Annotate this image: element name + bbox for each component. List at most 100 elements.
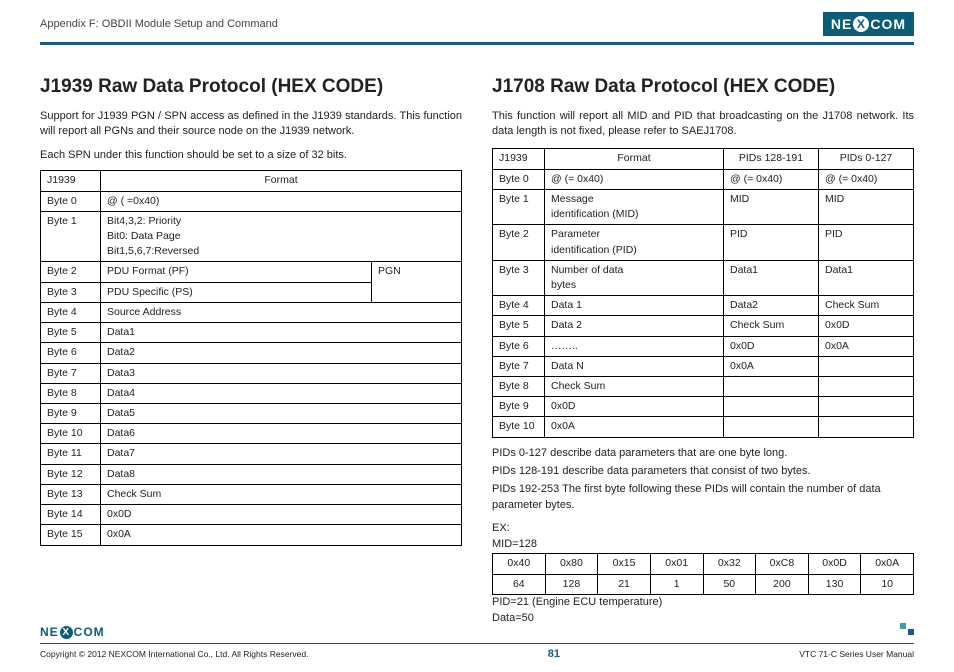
ex-cell: 128 bbox=[545, 574, 598, 594]
cell: Byte 11 bbox=[41, 444, 101, 464]
cell: Data N bbox=[545, 356, 724, 376]
cell: Data7 bbox=[101, 444, 462, 464]
brand-left: NE bbox=[831, 16, 852, 32]
cell: Byte 4 bbox=[41, 302, 101, 322]
cell: Byte 9 bbox=[41, 403, 101, 423]
cell: Byte 2 bbox=[41, 262, 101, 282]
cell-line: Parameter bbox=[551, 227, 717, 242]
cell: Data5 bbox=[101, 403, 462, 423]
footer-decoration-icon bbox=[900, 623, 914, 629]
ex-cell: 0x01 bbox=[650, 554, 703, 574]
cell: Check Sum bbox=[819, 296, 914, 316]
cell: 0x0A bbox=[545, 417, 724, 437]
cell: Byte 2 bbox=[493, 225, 545, 260]
pid-notes: PIDs 0-127 describe data parameters that… bbox=[492, 446, 914, 514]
cell-line: identification (PID) bbox=[551, 243, 717, 258]
cell: Byte 1 bbox=[493, 189, 545, 224]
page-number: 81 bbox=[548, 648, 560, 660]
cell: Byte 12 bbox=[41, 464, 101, 484]
cell: 0x0A bbox=[724, 356, 819, 376]
ex-cell: 0x15 bbox=[598, 554, 651, 574]
cell: MID bbox=[724, 189, 819, 224]
cell: Data1 bbox=[101, 323, 462, 343]
j1939-title: J1939 Raw Data Protocol (HEX CODE) bbox=[40, 73, 462, 101]
cell: Byte 15 bbox=[41, 525, 101, 545]
cell: Byte 10 bbox=[41, 424, 101, 444]
footer-logo: NEXCOM bbox=[40, 625, 105, 639]
pid-label: PID=21 (Engine ECU temperature) bbox=[492, 595, 914, 611]
cell: 0x0D bbox=[724, 336, 819, 356]
cell bbox=[819, 417, 914, 437]
brand-x-icon: X bbox=[853, 16, 869, 32]
cell: Byte 1 bbox=[41, 211, 101, 262]
hdr: PIDs 0-127 bbox=[819, 149, 914, 169]
j1708-table: J1939 Format PIDs 128-191 PIDs 0-127 Byt… bbox=[492, 148, 914, 437]
cell: Byte 7 bbox=[41, 363, 101, 383]
j1939-note: Each SPN under this function should be s… bbox=[40, 148, 462, 164]
ex-cell: 0x0D bbox=[808, 554, 861, 574]
cell: Byte 8 bbox=[493, 377, 545, 397]
cell: Number of databytes bbox=[545, 260, 724, 295]
cell: Data2 bbox=[724, 296, 819, 316]
j1939-table: J1939 Format Byte 0@ ( =0x40) Byte 1 Bit… bbox=[40, 170, 462, 545]
cell: Byte 3 bbox=[493, 260, 545, 295]
j1708-title: J1708 Raw Data Protocol (HEX CODE) bbox=[492, 73, 914, 101]
cell: Byte 9 bbox=[493, 397, 545, 417]
cell-line: bytes bbox=[551, 278, 717, 293]
right-column: J1708 Raw Data Protocol (HEX CODE) This … bbox=[492, 73, 914, 627]
ex-cell: 0x40 bbox=[493, 554, 546, 574]
cell: Check Sum bbox=[724, 316, 819, 336]
manual-name: VTC 71-C Series User Manual bbox=[799, 649, 914, 659]
ex-cell: 10 bbox=[861, 574, 914, 594]
cell: PGN bbox=[372, 262, 462, 302]
copyright-text: Copyright © 2012 NEXCOM International Co… bbox=[40, 649, 308, 659]
j1939-hdr-c1: J1939 bbox=[41, 171, 101, 191]
cell-line: Bit0: Data Page bbox=[107, 229, 455, 244]
cell: Data1 bbox=[724, 260, 819, 295]
cell: Byte 14 bbox=[41, 505, 101, 525]
cell-line: identification (MID) bbox=[551, 207, 717, 222]
cell: Data1 bbox=[819, 260, 914, 295]
cell: Data4 bbox=[101, 383, 462, 403]
ex-cell: 1 bbox=[650, 574, 703, 594]
cell: Parameteridentification (PID) bbox=[545, 225, 724, 260]
cell: 0x0A bbox=[819, 336, 914, 356]
pid-note-3: PIDs 192-253 The first byte following th… bbox=[492, 482, 914, 514]
cell-line: Message bbox=[551, 192, 717, 207]
pid-note-2: PIDs 128-191 describe data parameters th… bbox=[492, 464, 914, 480]
cell: PDU Specific (PS) bbox=[101, 282, 372, 302]
cell: Byte 0 bbox=[493, 169, 545, 189]
ex-cell: 64 bbox=[493, 574, 546, 594]
cell: Check Sum bbox=[545, 377, 724, 397]
mid-label: MID=128 bbox=[492, 537, 914, 553]
cell: PID bbox=[724, 225, 819, 260]
cell: Byte 5 bbox=[493, 316, 545, 336]
j1708-intro: This function will report all MID and PI… bbox=[492, 109, 914, 141]
cell: Bit4,3,2: Priority Bit0: Data Page Bit1,… bbox=[101, 211, 462, 262]
brand-right: COM bbox=[74, 625, 105, 639]
cell: Data 1 bbox=[545, 296, 724, 316]
ex-table: 0x40 0x80 0x15 0x01 0x32 0xC8 0x0D 0x0A … bbox=[492, 553, 914, 594]
hdr: Format bbox=[545, 149, 724, 169]
ex-cell: 50 bbox=[703, 574, 756, 594]
cell: Check Sum bbox=[101, 484, 462, 504]
cell: @ ( =0x40) bbox=[101, 191, 462, 211]
cell: @ (= 0x40) bbox=[819, 169, 914, 189]
cell: …….. bbox=[545, 336, 724, 356]
cell bbox=[724, 397, 819, 417]
cell: Byte 0 bbox=[41, 191, 101, 211]
brand-logo: NE X COM bbox=[823, 12, 914, 36]
cell bbox=[819, 377, 914, 397]
left-column: J1939 Raw Data Protocol (HEX CODE) Suppo… bbox=[40, 73, 462, 627]
j1939-hdr-c2: Format bbox=[101, 171, 462, 191]
cell: Source Address bbox=[101, 302, 462, 322]
cell bbox=[724, 417, 819, 437]
cell: PID bbox=[819, 225, 914, 260]
brand-left: NE bbox=[40, 625, 59, 639]
cell: PDU Format (PF) bbox=[101, 262, 372, 282]
cell: MID bbox=[819, 189, 914, 224]
hdr: PIDs 128-191 bbox=[724, 149, 819, 169]
cell: Byte 8 bbox=[41, 383, 101, 403]
cell bbox=[819, 356, 914, 376]
j1939-intro: Support for J1939 PGN / SPN access as de… bbox=[40, 109, 462, 141]
